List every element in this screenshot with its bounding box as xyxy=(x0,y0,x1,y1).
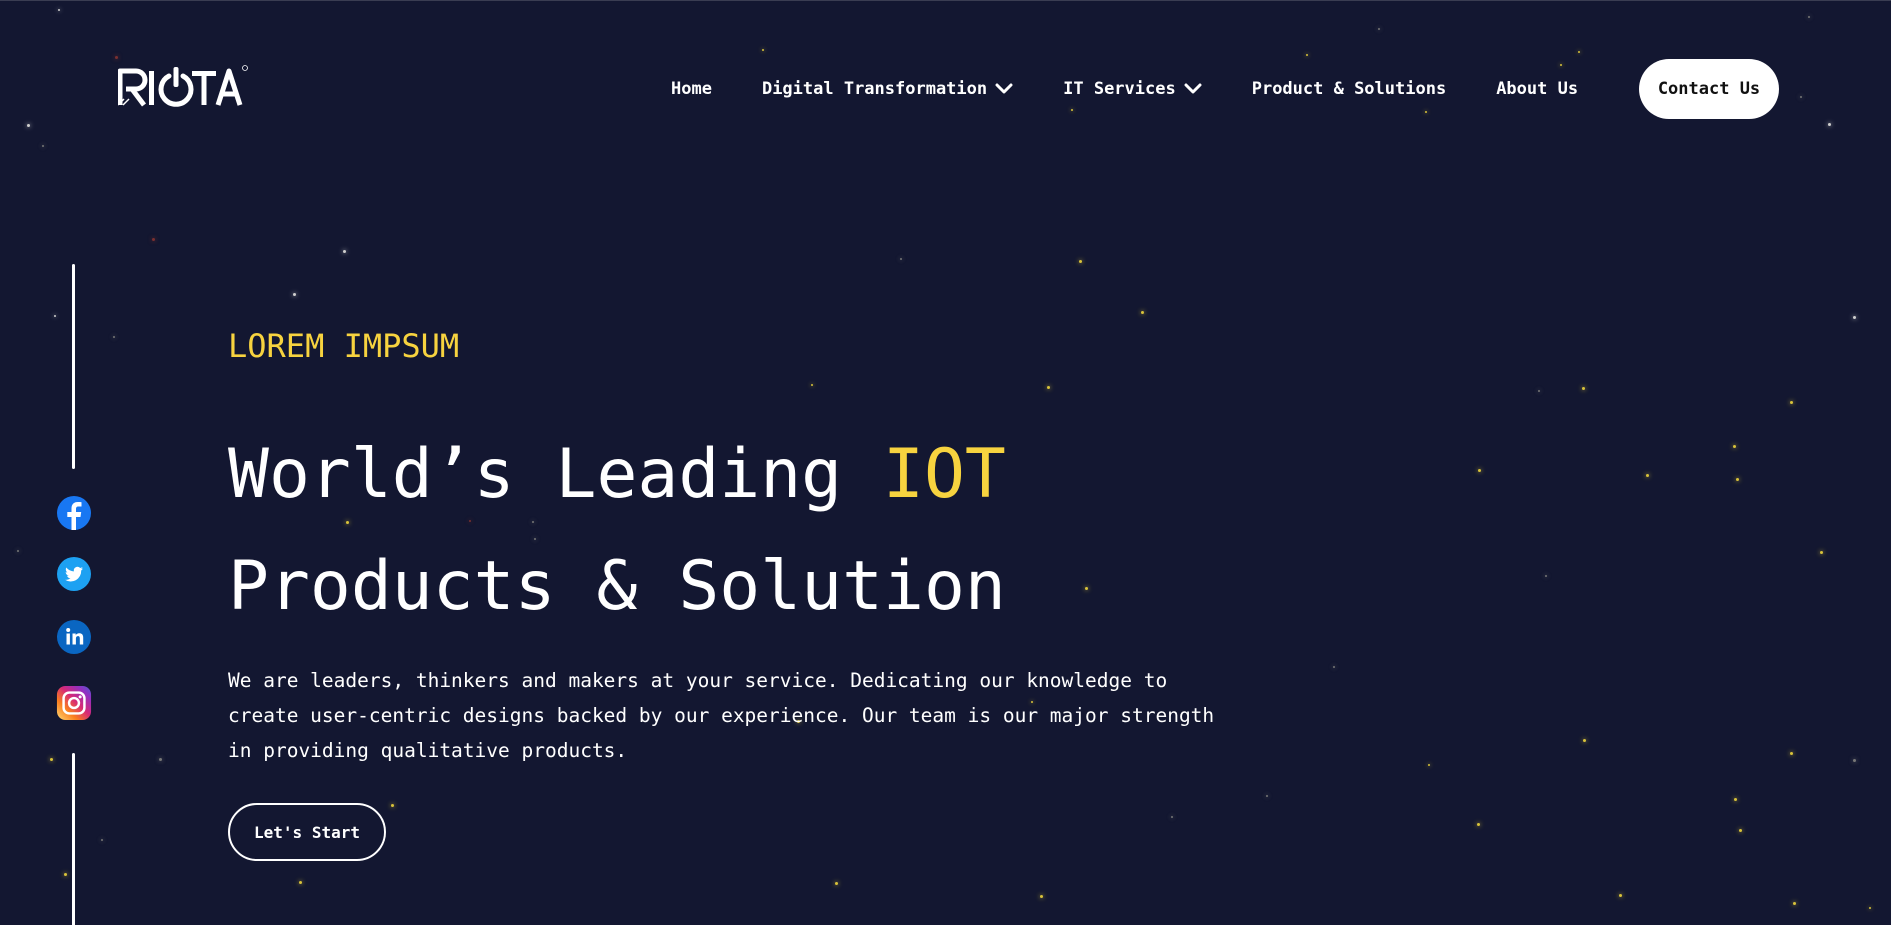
star-dot xyxy=(1040,895,1043,898)
star-dot xyxy=(113,336,115,338)
star-dot xyxy=(64,873,67,876)
hero-eyebrow: LOREM IMPSUM xyxy=(228,327,460,365)
riota-logo[interactable] xyxy=(118,65,252,109)
facebook-icon xyxy=(57,496,91,530)
hero-headline: World’s Leading IOT Products & Solution xyxy=(228,419,1006,643)
star-dot xyxy=(1582,387,1585,390)
star-dot xyxy=(1477,823,1480,826)
star-dot xyxy=(1583,739,1586,742)
nav-about-us[interactable]: About Us xyxy=(1496,79,1578,99)
star-dot xyxy=(159,758,162,761)
star-dot xyxy=(1800,96,1802,98)
nav-digital-transformation-label: Digital Transformation xyxy=(761,79,988,99)
headline-line2: Products & Solution xyxy=(228,547,1006,626)
star-dot xyxy=(811,384,813,386)
social-rail-line-bottom xyxy=(72,753,75,925)
headline-text: World’s Leading xyxy=(228,435,884,514)
star-dot xyxy=(17,550,19,552)
star-dot xyxy=(1736,478,1739,481)
star-dot xyxy=(1646,474,1649,477)
star-dot xyxy=(1853,316,1856,319)
linkedin-icon xyxy=(57,620,91,654)
nav-product-solutions[interactable]: Product & Solutions xyxy=(1252,79,1446,99)
star-dot xyxy=(1853,759,1856,762)
star-dot xyxy=(835,882,838,885)
star-dot xyxy=(1578,51,1580,53)
headline-highlight: IOT xyxy=(883,435,1006,514)
nav-it-services-label: IT Services xyxy=(1063,79,1176,99)
star-dot xyxy=(391,804,394,807)
star-dot xyxy=(115,56,118,59)
star-dot xyxy=(1545,575,1547,577)
star-dot xyxy=(101,839,103,841)
chevron-down-icon xyxy=(995,83,1013,95)
star-dot xyxy=(1306,54,1308,56)
star-dot xyxy=(1333,666,1335,668)
star-dot xyxy=(1378,28,1380,30)
star-dot xyxy=(58,9,60,11)
nav-about-us-label: About Us xyxy=(1496,79,1579,99)
page: Home Digital Transformation IT Services … xyxy=(0,0,1891,925)
logo-mark xyxy=(118,65,248,107)
star-dot xyxy=(42,145,44,147)
star-dot xyxy=(1619,894,1622,897)
star-dot xyxy=(152,238,155,241)
star-dot xyxy=(1079,260,1082,263)
instagram-link[interactable] xyxy=(56,685,92,721)
star-dot xyxy=(1790,752,1793,755)
nav-home-label: Home xyxy=(671,79,712,99)
star-dot xyxy=(1141,311,1144,314)
star-dot xyxy=(343,250,346,253)
star-dot xyxy=(1085,587,1088,590)
star-dot xyxy=(762,49,764,51)
nav-it-services[interactable]: IT Services xyxy=(1063,79,1202,99)
hero-description: We are leaders, thinkers and makers at y… xyxy=(228,669,1215,762)
star-dot xyxy=(1047,386,1050,389)
nav-digital-transformation[interactable]: Digital Transformation xyxy=(762,79,1013,99)
twitter-icon xyxy=(57,557,91,591)
star-dot xyxy=(1808,16,1810,18)
star-dot xyxy=(1793,902,1796,905)
star-dot xyxy=(1790,401,1793,404)
contact-us-button[interactable]: Contact Us xyxy=(1639,59,1779,119)
star-dot xyxy=(1538,390,1540,392)
chevron-down-icon xyxy=(1184,83,1202,95)
star-dot xyxy=(1820,551,1823,554)
star-dot xyxy=(1266,795,1268,797)
star-dot xyxy=(1734,798,1737,801)
main-nav: Home Digital Transformation IT Services … xyxy=(671,59,1578,119)
star-dot xyxy=(54,315,56,317)
nav-home[interactable]: Home xyxy=(671,79,712,99)
star-dot xyxy=(1171,816,1173,818)
star-dot xyxy=(1733,445,1736,448)
social-rail-line-top xyxy=(72,264,75,469)
star-dot xyxy=(293,293,296,296)
star-dot xyxy=(27,124,30,127)
star-dot xyxy=(1478,469,1481,472)
star-dot xyxy=(900,258,902,260)
twitter-link[interactable] xyxy=(56,556,92,592)
star-dot xyxy=(1739,829,1742,832)
star-dot xyxy=(299,881,302,884)
facebook-link[interactable] xyxy=(56,495,92,531)
star-dot xyxy=(1428,764,1430,766)
lets-start-button[interactable]: Let's Start xyxy=(228,803,386,861)
instagram-icon xyxy=(56,685,92,721)
linkedin-link[interactable] xyxy=(56,619,92,655)
nav-product-solutions-label: Product & Solutions xyxy=(1251,79,1447,99)
star-dot xyxy=(1828,123,1831,126)
star-dot xyxy=(50,758,53,761)
star-dot xyxy=(1869,907,1871,909)
